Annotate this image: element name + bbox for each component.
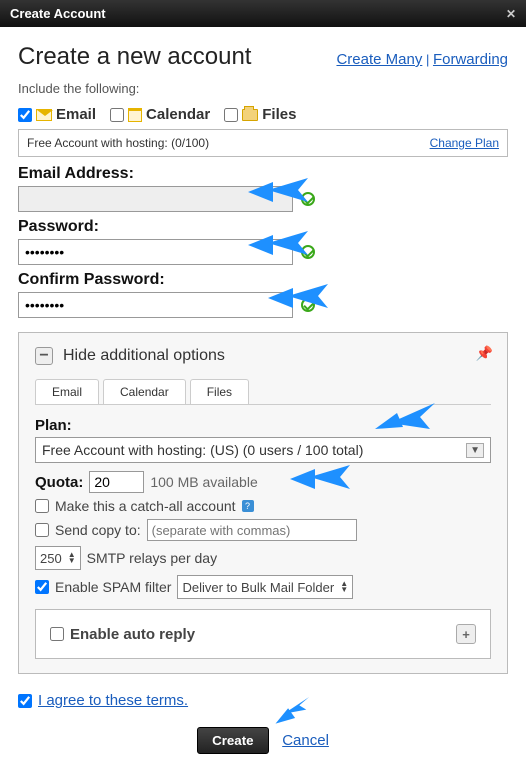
collapse-icon[interactable]: − — [35, 347, 53, 365]
confirm-password-field[interactable] — [18, 292, 293, 318]
catchall-label: Make this a catch-all account — [55, 498, 236, 514]
chevron-down-icon: ▼ — [466, 443, 484, 458]
forwarding-link[interactable]: Forwarding — [433, 51, 508, 68]
sendcopy-checkbox[interactable] — [35, 523, 49, 537]
expand-icon[interactable]: + — [456, 624, 476, 644]
type-files[interactable]: Files — [224, 106, 296, 123]
type-files-checkbox[interactable] — [224, 108, 238, 122]
close-icon[interactable]: ✕ — [506, 7, 516, 21]
subtabs: Email Calendar Files — [35, 379, 491, 405]
type-calendar[interactable]: Calendar — [110, 106, 210, 123]
tab-email[interactable]: Email — [35, 379, 99, 404]
window-title: Create Account — [10, 6, 106, 21]
email-row — [18, 186, 508, 212]
sendcopy-field[interactable] — [147, 519, 357, 541]
terms-line: I agree to these terms. — [18, 692, 508, 709]
catchall-checkbox[interactable] — [35, 499, 49, 513]
create-many-link[interactable]: Create Many — [336, 51, 422, 68]
password-field[interactable] — [18, 239, 293, 265]
tab-files[interactable]: Files — [190, 379, 249, 404]
spam-label: Enable SPAM filter — [55, 579, 171, 595]
spam-checkbox[interactable] — [35, 580, 49, 594]
header-links: Create Many | Forwarding — [336, 51, 508, 68]
options-panel: − Hide additional options 📌 Email Calend… — [18, 332, 508, 674]
quota-field[interactable] — [89, 471, 144, 493]
email-label: Email Address: — [18, 165, 508, 183]
plan-bar: Free Account with hosting: (0/100) Chang… — [18, 129, 508, 157]
sendcopy-label: Send copy to: — [55, 522, 141, 538]
pin-icon[interactable]: 📌 — [476, 345, 493, 362]
email-field[interactable] — [18, 186, 293, 212]
password-row — [18, 239, 508, 265]
calendar-icon — [128, 108, 142, 122]
create-button[interactable]: Create — [197, 727, 269, 754]
type-calendar-label: Calendar — [146, 106, 210, 123]
options-header[interactable]: − Hide additional options — [35, 347, 491, 365]
smtp-select[interactable]: 250 ▲▼ — [35, 546, 81, 570]
confirm-row — [18, 292, 508, 318]
check-icon — [301, 298, 315, 312]
autoreply-label: Enable auto reply — [70, 626, 195, 643]
updown-icon: ▲▼ — [340, 581, 348, 593]
window-titlebar: Create Account ✕ — [0, 0, 526, 27]
smtp-label: SMTP relays per day — [87, 550, 217, 566]
arrow-annotation — [290, 465, 350, 493]
plan-select-value: Free Account with hosting: (US) (0 users… — [42, 442, 363, 458]
folder-icon — [242, 109, 258, 121]
email-icon — [36, 109, 52, 121]
confirm-label: Confirm Password: — [18, 271, 508, 289]
plan-select[interactable]: Free Account with hosting: (US) (0 users… — [35, 437, 491, 463]
cancel-link[interactable]: Cancel — [282, 732, 329, 749]
include-label: Include the following: — [18, 81, 508, 96]
type-files-label: Files — [262, 106, 296, 123]
autoreply-checkbox[interactable] — [50, 627, 64, 641]
autoreply-box: Enable auto reply + — [35, 609, 491, 659]
tab-calendar[interactable]: Calendar — [103, 379, 186, 404]
plan-label: Plan: — [35, 417, 491, 434]
quota-label: Quota: — [35, 474, 83, 491]
spam-action-value: Deliver to Bulk Mail Folder — [182, 580, 334, 595]
type-email-checkbox[interactable] — [18, 108, 32, 122]
type-email-label: Email — [56, 106, 96, 123]
type-calendar-checkbox[interactable] — [110, 108, 124, 122]
link-separator: | — [426, 52, 433, 67]
check-icon — [301, 192, 315, 206]
type-email[interactable]: Email — [18, 106, 96, 123]
change-plan-link[interactable]: Change Plan — [430, 136, 499, 150]
action-row: Create Cancel — [18, 727, 508, 754]
smtp-value: 250 — [40, 551, 62, 566]
terms-link[interactable]: I agree to these terms. — [38, 692, 188, 709]
terms-checkbox[interactable] — [18, 694, 32, 708]
check-icon — [301, 245, 315, 259]
updown-icon: ▲▼ — [68, 552, 76, 564]
spam-action-select[interactable]: Deliver to Bulk Mail Folder ▲▼ — [177, 575, 353, 599]
password-label: Password: — [18, 218, 508, 236]
quota-available: 100 MB available — [150, 474, 257, 490]
page-title: Create a new account — [18, 43, 251, 71]
options-title: Hide additional options — [63, 347, 225, 365]
plan-bar-text: Free Account with hosting: (0/100) — [27, 136, 209, 150]
type-row: Email Calendar Files — [18, 106, 508, 123]
help-icon[interactable]: ? — [242, 500, 254, 512]
